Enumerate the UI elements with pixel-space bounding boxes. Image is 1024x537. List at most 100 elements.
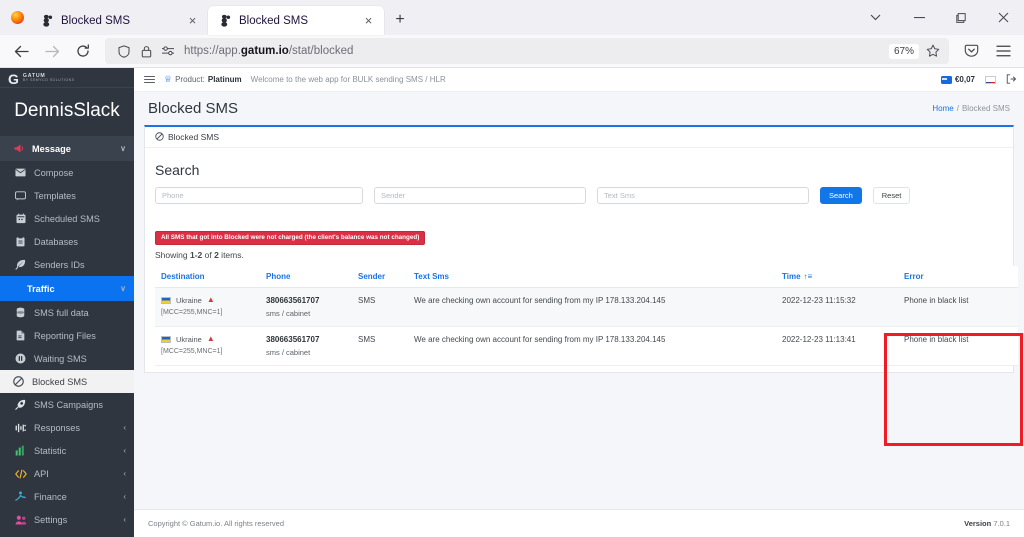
- page-viewport: G GATUM BY SEMYCO SOLUTIONS DennisSlack …: [0, 68, 1024, 537]
- breadcrumb-separator: /: [957, 104, 959, 113]
- cell-destination: Ukraine▲[MCC=255,MNC=1]: [155, 287, 260, 326]
- sidebar-item-sms-campaigns[interactable]: SMS Campaigns: [0, 393, 134, 416]
- sidebar-item-waiting-sms[interactable]: Waiting SMS: [0, 347, 134, 370]
- table-header-phone[interactable]: Phone: [260, 266, 352, 288]
- cell-phone: 380663561707sms / cabinet: [260, 287, 352, 326]
- welcome-message: Welcome to the web app for BULK sending …: [251, 75, 446, 84]
- sidebar-item-settings[interactable]: Settings ‹: [0, 508, 134, 531]
- chevron-left-icon: ‹: [123, 492, 126, 501]
- sidebar-item-sms-full-data[interactable]: SMS full data: [0, 301, 134, 324]
- tab-close-icon[interactable]: ×: [184, 12, 201, 29]
- destination-mcc-mnc: [MCC=255,MNC=1]: [161, 348, 254, 355]
- app-footer: Copyright © Gatum.io. All rights reserve…: [134, 509, 1024, 537]
- reset-button[interactable]: Reset: [873, 187, 911, 204]
- destination-country: Ukraine: [176, 296, 202, 305]
- reload-button[interactable]: [68, 38, 98, 65]
- alert-row: All SMS that got into Blocked were not c…: [155, 226, 1003, 245]
- sidebar-logo[interactable]: G GATUM BY SEMYCO SOLUTIONS: [0, 68, 134, 88]
- logout-icon[interactable]: [1006, 74, 1016, 86]
- search-input-text-sms[interactable]: Text Sms: [597, 187, 809, 204]
- phone-number: 380663561707: [266, 296, 346, 305]
- blocked-sms-table: DestinationPhone Sender Text SmsTime↑≡Erro…: [155, 266, 1018, 366]
- sidebar-item-finance[interactable]: Finance‹: [0, 485, 134, 508]
- sidebar-item-compose[interactable]: Compose: [0, 161, 134, 184]
- balance-indicator[interactable]: €0,07: [941, 75, 975, 84]
- sort-ascending-icon[interactable]: ↑≡: [804, 272, 813, 281]
- product-indicator: ♕ Product: Platinum: [164, 74, 242, 85]
- pause-icon: [14, 353, 27, 364]
- table-header-sender[interactable]: Sender: [352, 266, 408, 288]
- browser-tab-2[interactable]: Blocked SMS ×: [208, 6, 384, 35]
- file-icon: [14, 330, 27, 341]
- sidebar-item-label: Settings: [34, 515, 116, 525]
- card-header: Blocked SMS: [145, 127, 1013, 148]
- list-all-tabs-icon[interactable]: [852, 0, 898, 35]
- minimize-button[interactable]: [898, 0, 940, 35]
- us-flag-icon[interactable]: [985, 76, 996, 84]
- search-form: Phone Sender Text Sms Search Reset: [155, 187, 1003, 204]
- shield-icon[interactable]: [113, 40, 135, 62]
- app-menu-icon[interactable]: [988, 38, 1018, 65]
- sidebar-item-label: Scheduled SMS: [34, 214, 126, 224]
- search-button[interactable]: Search: [820, 187, 862, 204]
- table-row[interactable]: Ukraine▲[MCC=255,MNC=1]380663561707sms /…: [155, 326, 1018, 365]
- close-window-button[interactable]: [982, 0, 1024, 35]
- forward-button[interactable]: [37, 38, 67, 65]
- chevron-left-icon: ‹: [123, 469, 126, 478]
- sidebar-item-blocked-sms[interactable]: Blocked SMS: [0, 370, 134, 393]
- browser-tab-1[interactable]: Blocked SMS ×: [30, 6, 208, 35]
- search-input-phone[interactable]: Phone: [155, 187, 363, 204]
- app-topbar: ♕ Product: Platinum Welcome to the web a…: [134, 68, 1024, 92]
- feather-icon: [14, 259, 27, 270]
- sidebar-item-api[interactable]: API‹: [0, 462, 134, 485]
- firefox-logo-icon: [4, 0, 30, 35]
- sidebar-item-scheduled-sms[interactable]: Scheduled SMS: [0, 207, 134, 230]
- cell-error: Phone in black list: [898, 287, 1018, 326]
- url-text[interactable]: https://app.gatum.io/stat/blocked: [179, 45, 889, 57]
- back-button[interactable]: [6, 38, 36, 65]
- sidebar-username: DennisSlack: [0, 88, 134, 136]
- cell-phone: 380663561707sms / cabinet: [260, 326, 352, 365]
- sidebar-item-databases[interactable]: Databases: [0, 230, 134, 253]
- table-header-label: Sender: [358, 272, 385, 281]
- finance-icon: [14, 491, 27, 502]
- url-domain: gatum.io: [241, 45, 289, 57]
- new-tab-button[interactable]: +: [386, 6, 414, 34]
- sidebar-item-responses[interactable]: Responses‹: [0, 416, 134, 439]
- hamburger-icon[interactable]: [144, 76, 155, 84]
- sidebar-item-reporting-files[interactable]: Reporting Files: [0, 324, 134, 347]
- sidebar-item-traffic[interactable]: Traffic ∨: [0, 276, 134, 301]
- sidebar-item-label: Message: [32, 144, 113, 154]
- sidebar-item-label: Compose: [34, 168, 126, 178]
- chevron-down-icon: ∨: [120, 284, 126, 293]
- url-scheme: https://app.: [184, 45, 241, 57]
- table-header-time[interactable]: Time↑≡: [776, 266, 898, 288]
- table-row[interactable]: Ukraine▲[MCC=255,MNC=1]380663561707sms /…: [155, 287, 1018, 326]
- search-input-sender[interactable]: Sender: [374, 187, 586, 204]
- lock-icon[interactable]: [135, 40, 157, 62]
- breadcrumb-home[interactable]: Home: [932, 104, 953, 113]
- url-bar[interactable]: https://app.gatum.io/stat/blocked 67%: [105, 38, 949, 64]
- chevron-left-icon: ‹: [123, 515, 126, 524]
- tracking-settings-icon[interactable]: [157, 40, 179, 62]
- showing-summary: Showing 1-2 of 2 items.: [155, 250, 1003, 260]
- maximize-button[interactable]: [940, 0, 982, 35]
- sidebar-item-templates[interactable]: Templates: [0, 184, 134, 207]
- tab-close-icon[interactable]: ×: [360, 12, 377, 29]
- table-header-text[interactable]: Text Sms: [408, 266, 776, 288]
- sidebar-item-senders-ids[interactable]: Senders IDs: [0, 253, 134, 276]
- table-header-error[interactable]: Error: [898, 266, 1018, 288]
- navbar-right-actions: [956, 38, 1018, 65]
- product-value: Platinum: [208, 75, 242, 84]
- gatum-logo-icon: G: [8, 72, 19, 86]
- sidebar-item-message[interactable]: Message∨: [0, 136, 134, 161]
- table-header-destination[interactable]: Destination: [155, 266, 260, 288]
- tab-title: Blocked SMS: [239, 15, 353, 27]
- blocked-sms-card: Blocked SMS Search Phone Sender Text Sms…: [144, 125, 1014, 373]
- pocket-icon[interactable]: [956, 38, 986, 65]
- sidebar-item-label: Traffic: [12, 284, 113, 294]
- bookmark-star-icon[interactable]: [921, 39, 945, 63]
- zoom-level-badge[interactable]: 67%: [889, 44, 919, 59]
- table-header-row: DestinationPhone Sender Text SmsTime↑≡Erro…: [155, 266, 1018, 288]
- sidebar-item-statistic[interactable]: Statistic‹: [0, 439, 134, 462]
